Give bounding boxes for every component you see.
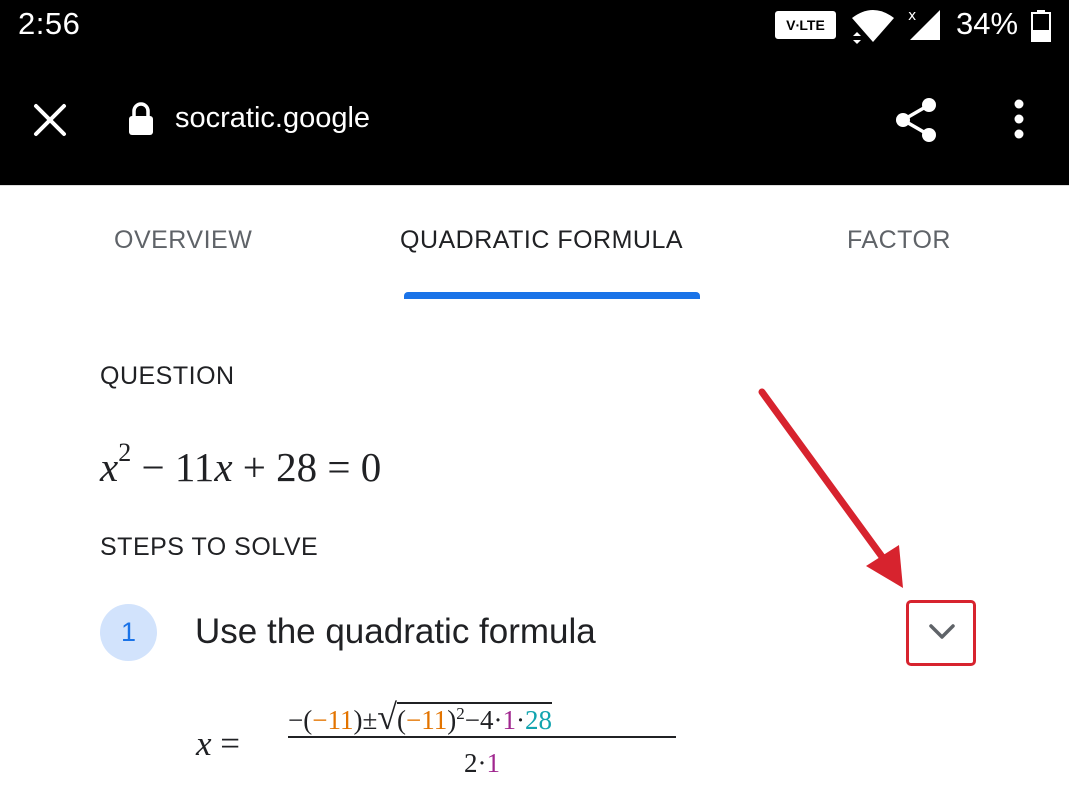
battery-percent: 34%	[956, 6, 1019, 41]
chevron-down-icon	[929, 624, 955, 639]
signal-icon: x	[908, 8, 940, 40]
close-icon[interactable]	[30, 100, 70, 140]
battery-icon	[1031, 10, 1051, 42]
status-bar: 2:56 V∙LTE x 34%	[0, 0, 1069, 50]
formula-denominator: 2·1	[464, 748, 500, 778]
tab-overview[interactable]: OVERVIEW	[114, 226, 252, 255]
step-number-badge: 1	[100, 604, 157, 661]
share-icon[interactable]	[892, 95, 942, 145]
tab-factor[interactable]: FACTOR	[847, 226, 951, 255]
formula-lhs: x =	[196, 724, 241, 763]
question-label: QUESTION	[100, 362, 235, 390]
svg-text:x: x	[908, 8, 916, 24]
lock-icon	[129, 102, 153, 135]
step-title[interactable]: Use the quadratic formula	[195, 612, 596, 652]
status-time: 2:56	[18, 6, 81, 41]
expand-step-button[interactable]	[906, 600, 976, 666]
steps-label: STEPS TO SOLVE	[100, 533, 319, 561]
tab-quadratic-formula[interactable]: QUADRATIC FORMULA	[400, 226, 683, 255]
fraction-bar	[288, 736, 676, 738]
wifi-icon	[852, 10, 894, 44]
browser-header: socratic.google	[0, 50, 1069, 185]
content-area: OVERVIEW QUADRATIC FORMULA FACTOR QUESTI…	[0, 185, 1069, 809]
question-equation: x2 − 11x + 28 = 0	[100, 438, 382, 490]
more-vert-icon[interactable]	[1003, 95, 1035, 145]
active-tab-indicator	[404, 292, 700, 299]
formula-numerator: −(−11)±√(−11)2−4·1·28	[288, 697, 552, 737]
volte-badge: V∙LTE	[775, 11, 836, 39]
url-text[interactable]: socratic.google	[175, 102, 370, 135]
